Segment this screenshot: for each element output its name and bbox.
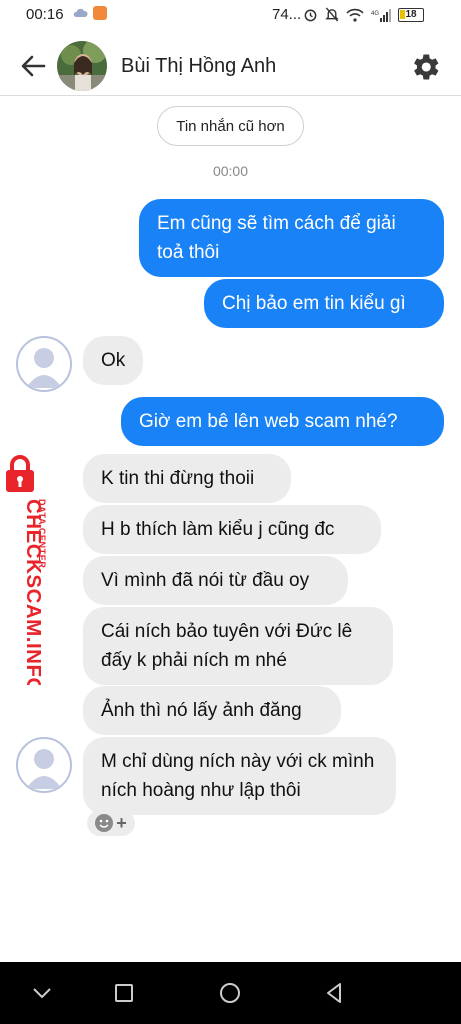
back-triangle-icon[interactable] (321, 980, 347, 1006)
signal-icon: 4G (371, 8, 391, 22)
status-left-icons (72, 6, 107, 20)
home-circle-icon[interactable] (217, 980, 243, 1006)
battery-level: 18 (405, 8, 417, 20)
smiley-add-icon (95, 814, 114, 832)
message-outgoing[interactable]: Chị bảo em tin kiểu gì (204, 279, 444, 328)
message-incoming[interactable]: M chỉ dùng ních này với ck mình ních hoà… (83, 737, 396, 815)
status-time: 00:16 (26, 6, 64, 23)
add-reaction-button[interactable]: + (87, 810, 135, 836)
watermark-subtitle: DATA CENTER (37, 499, 47, 568)
contact-avatar-placeholder[interactable] (16, 336, 72, 392)
wifi-icon (346, 8, 364, 22)
older-messages-button[interactable]: Tin nhắn cũ hơn (157, 106, 304, 146)
gear-icon[interactable] (408, 50, 442, 84)
lock-icon (6, 455, 34, 492)
message-incoming[interactable]: Cái ních bảo tuyên với Đức lê đấy k phải… (83, 607, 393, 685)
recents-square-icon[interactable] (111, 980, 137, 1006)
status-bar: 00:16 74... 4G 18 (0, 0, 461, 30)
alarm-icon (304, 9, 317, 22)
checkscam-watermark: CHECKSCAM.INFO DATA CENTER (6, 455, 47, 685)
mute-icon (325, 7, 339, 22)
chat-header: Bùi Thị Hồng Anh (0, 34, 461, 96)
contact-avatar[interactable] (57, 41, 107, 91)
battery-indicator: 18 (398, 7, 424, 22)
chevron-down-icon[interactable] (29, 980, 55, 1006)
arrow-left-icon[interactable] (18, 51, 48, 81)
message-incoming[interactable]: Ảnh thì nó lấy ảnh đăng (83, 686, 341, 735)
weather-cloud-icon (73, 8, 88, 17)
message-incoming[interactable]: K tin thi đừng thoii (83, 454, 291, 503)
plus-icon: + (116, 813, 127, 833)
status-right-icons: 4G 18 (303, 7, 424, 22)
message-incoming[interactable]: Vì mình đã nói từ đầu oy (83, 556, 348, 605)
system-navigation-bar (0, 962, 461, 1024)
message-incoming[interactable]: H b thích làm kiểu j cũng đc (83, 505, 381, 554)
conversation-timestamp: 00:00 (212, 163, 249, 179)
notification-app-icon (93, 6, 107, 20)
message-outgoing[interactable]: Em cũng sẽ tìm cách để giải toả thôi (139, 199, 444, 277)
svg-text:4G: 4G (371, 11, 379, 17)
message-outgoing[interactable]: Giờ em bê lên web scam nhé? (121, 397, 444, 446)
message-incoming[interactable]: Ok (83, 336, 143, 385)
contact-avatar-placeholder[interactable] (16, 737, 72, 793)
contact-name[interactable]: Bùi Thị Hồng Anh (121, 55, 276, 78)
status-carrier: 74... (272, 6, 302, 23)
